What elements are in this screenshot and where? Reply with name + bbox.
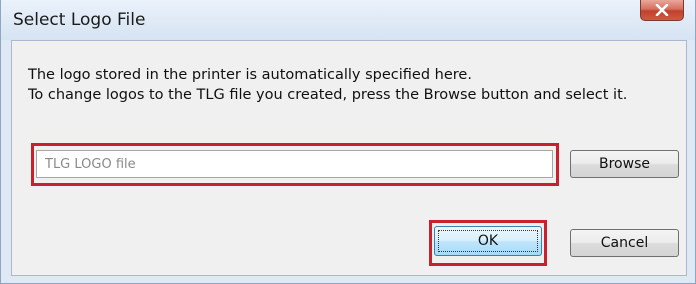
message-line-2: To change logos to the TLG file you crea… [28, 87, 628, 103]
close-icon [655, 4, 669, 16]
dialog-title: Select Logo File [13, 10, 146, 30]
close-button[interactable] [640, 0, 684, 21]
browse-button[interactable]: Browse [570, 150, 679, 178]
file-path-input[interactable] [36, 150, 553, 178]
dialog-window: Select Logo File The logo stored in the … [0, 0, 696, 284]
message-line-1: The logo stored in the printer is automa… [28, 67, 472, 83]
title-bar[interactable]: Select Logo File [1, 0, 695, 40]
ok-button[interactable]: OK [434, 226, 542, 256]
cancel-button[interactable]: Cancel [570, 229, 679, 257]
focus-rectangle [438, 230, 538, 252]
